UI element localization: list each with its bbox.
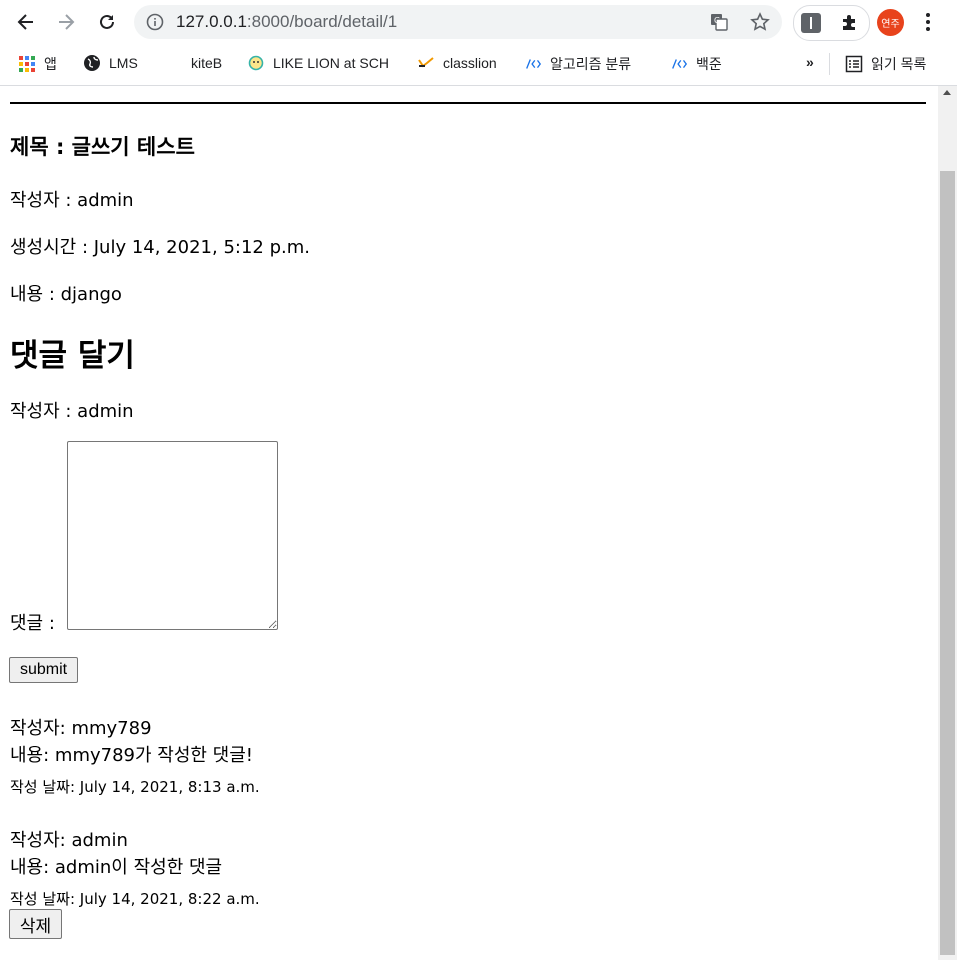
reading-list-button[interactable]: 읽기 목록 [845,54,926,74]
bookmark-baekjoon[interactable]: 백준 [670,54,722,74]
site-info-icon[interactable] [146,13,164,35]
svg-text:G: G [714,16,720,25]
comment-date: 작성 날짜: July 14, 2021, 8:13 a.m. [10,778,260,796]
bookmark-likelion[interactable]: LIKE LION at SCH [247,54,389,72]
back-button[interactable] [12,8,40,36]
bookmark-label: 백준 [696,56,722,72]
puzzle-icon[interactable] [840,12,860,36]
menu-dots-icon[interactable] [920,10,936,34]
vertical-scrollbar[interactable] [938,86,957,960]
bookmark-label: 알고리즘 분류 [550,56,632,72]
bookmark-star-icon[interactable] [750,12,770,32]
post-author: 작성자 : admin [10,190,134,211]
bookmarks-bar: 앱 LMS kiteB LIKE LION at SCH classlion 알… [0,44,957,86]
classlion-icon [417,54,435,72]
bookmarks-separator [829,53,830,75]
profile-avatar[interactable]: 연주 [877,9,904,36]
bookmark-algorithm[interactable]: 알고리즘 분류 [524,54,631,74]
comment-textarea[interactable] [67,441,278,630]
lion-icon [247,54,265,72]
delete-comment-button[interactable]: 삭제 [9,909,62,939]
globe-icon [83,54,101,72]
bookmark-label: 앱 [44,56,57,72]
comment-author: 작성자: admin [10,830,128,851]
submit-button[interactable]: submit [9,657,78,683]
reading-list-icon [845,55,863,73]
bookmark-classlion[interactable]: classlion [417,54,497,72]
reading-list-label: 읽기 목록 [871,56,927,72]
comment-field-label: 댓글 : [10,613,55,634]
bookmark-label: kiteB [191,55,223,71]
scrollbar-thumb[interactable] [940,171,955,955]
reload-icon [100,14,114,29]
bookmark-label: LMS [109,55,138,71]
comment-content: 내용: admin이 작성한 댓글 [10,857,223,878]
page-viewport: 제목 : 글쓰기 테스트 작성자 : admin 생성시간 : July 14,… [0,86,938,960]
comment-date: 작성 날짜: July 14, 2021, 8:22 a.m. [10,890,260,908]
horizontal-rule [10,102,926,104]
comment-form-author: 작성자 : admin [10,401,134,422]
code-icon [524,55,542,73]
reload-button[interactable] [93,8,121,36]
scroll-up-arrow-icon[interactable] [943,90,951,95]
more-bookmarks-label: » [806,54,814,70]
post-title: 제목 : 글쓰기 테스트 [10,135,195,159]
back-arrow-icon [17,14,33,30]
url-text[interactable]: 127.0.0.1:8000/board/detail/1 [176,12,397,32]
bookmark-kiteb[interactable]: kiteB [165,54,222,72]
more-bookmarks-button[interactable]: » [806,54,814,70]
comment-author: 작성자: mmy789 [10,718,152,739]
forward-arrow-icon [59,14,75,30]
bookmark-apps[interactable]: 앱 [18,54,57,74]
comment-form-heading: 댓글 달기 [10,338,135,374]
extension-i-icon[interactable] [801,13,821,33]
forward-button[interactable] [52,8,80,36]
bookmark-lms[interactable]: LMS [83,54,138,72]
post-content: 내용 : django [10,284,122,305]
code-icon [670,55,688,73]
apps-grid-icon [18,55,36,73]
extensions-area [793,5,870,41]
post-created-time: 생성시간 : July 14, 2021, 5:12 p.m. [10,237,310,258]
comment-content: 내용: mmy789가 작성한 댓글! [10,745,254,766]
bookmark-label: LIKE LION at SCH [273,55,389,71]
address-bar[interactable]: 127.0.0.1:8000/board/detail/1 G [134,5,782,39]
translate-icon[interactable]: G [709,12,729,32]
blank-icon [165,54,183,72]
browser-toolbar: 127.0.0.1:8000/board/detail/1 G 연주 [0,0,957,44]
bookmark-label: classlion [443,55,497,71]
